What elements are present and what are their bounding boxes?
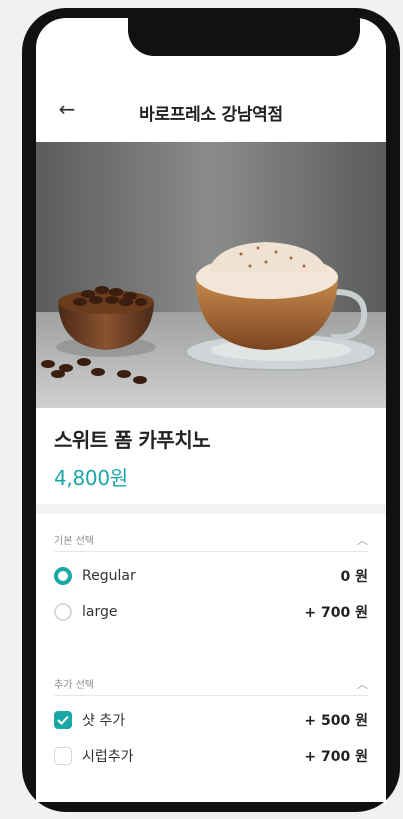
product-image [36, 142, 386, 408]
extra-options-header[interactable]: 추가 선택 ︿ [54, 672, 368, 696]
option-label: 샷 추가 [82, 713, 126, 729]
option-extra-shot[interactable]: 샷 추가 + 500 원 [54, 702, 368, 738]
option-large[interactable]: large + 700 원 [54, 594, 368, 630]
option-price: 0 원 [340, 569, 369, 585]
radio-selected-icon[interactable] [54, 567, 72, 585]
option-syrup[interactable]: 시럽추가 + 700 원 [54, 738, 368, 774]
app-header: ← 바로프레소 강남역점 [36, 78, 386, 138]
option-price: + 700 원 [304, 749, 368, 765]
option-regular[interactable]: Regular 0 원 [54, 558, 368, 594]
section-label: 추가 선택 [54, 680, 94, 691]
option-label: Regular [82, 568, 136, 584]
checkbox-checked-icon[interactable] [54, 711, 72, 729]
app-screen: ← 바로프레소 강남역점 스위트 폼 카푸치노 4,800원 기본 선택 ︿ R… [36, 18, 386, 802]
product-price: 4,800원 [54, 466, 128, 490]
section-divider [36, 504, 386, 514]
option-price: + 700 원 [304, 605, 368, 621]
chevron-up-icon[interactable]: ︿ [357, 676, 368, 692]
checkbox-unchecked-icon[interactable] [54, 747, 72, 765]
phone-notch [128, 18, 360, 56]
page-title: 바로프레소 강남역점 [139, 105, 283, 125]
basic-options-section: 기본 선택 ︿ Regular 0 원 large + 700 원 [54, 528, 368, 630]
section-label: 기본 선택 [54, 536, 94, 547]
product-name: 스위트 폼 카푸치노 [54, 428, 211, 452]
radio-unselected-icon[interactable] [54, 603, 72, 621]
option-price: + 500 원 [304, 713, 368, 729]
option-label: large [82, 604, 118, 620]
chevron-up-icon[interactable]: ︿ [357, 532, 368, 548]
extra-options-section: 추가 선택 ︿ 샷 추가 + 500 원 시럽추가 + 700 원 [54, 672, 368, 774]
option-label: 시럽추가 [82, 749, 134, 765]
basic-options-header[interactable]: 기본 선택 ︿ [54, 528, 368, 552]
